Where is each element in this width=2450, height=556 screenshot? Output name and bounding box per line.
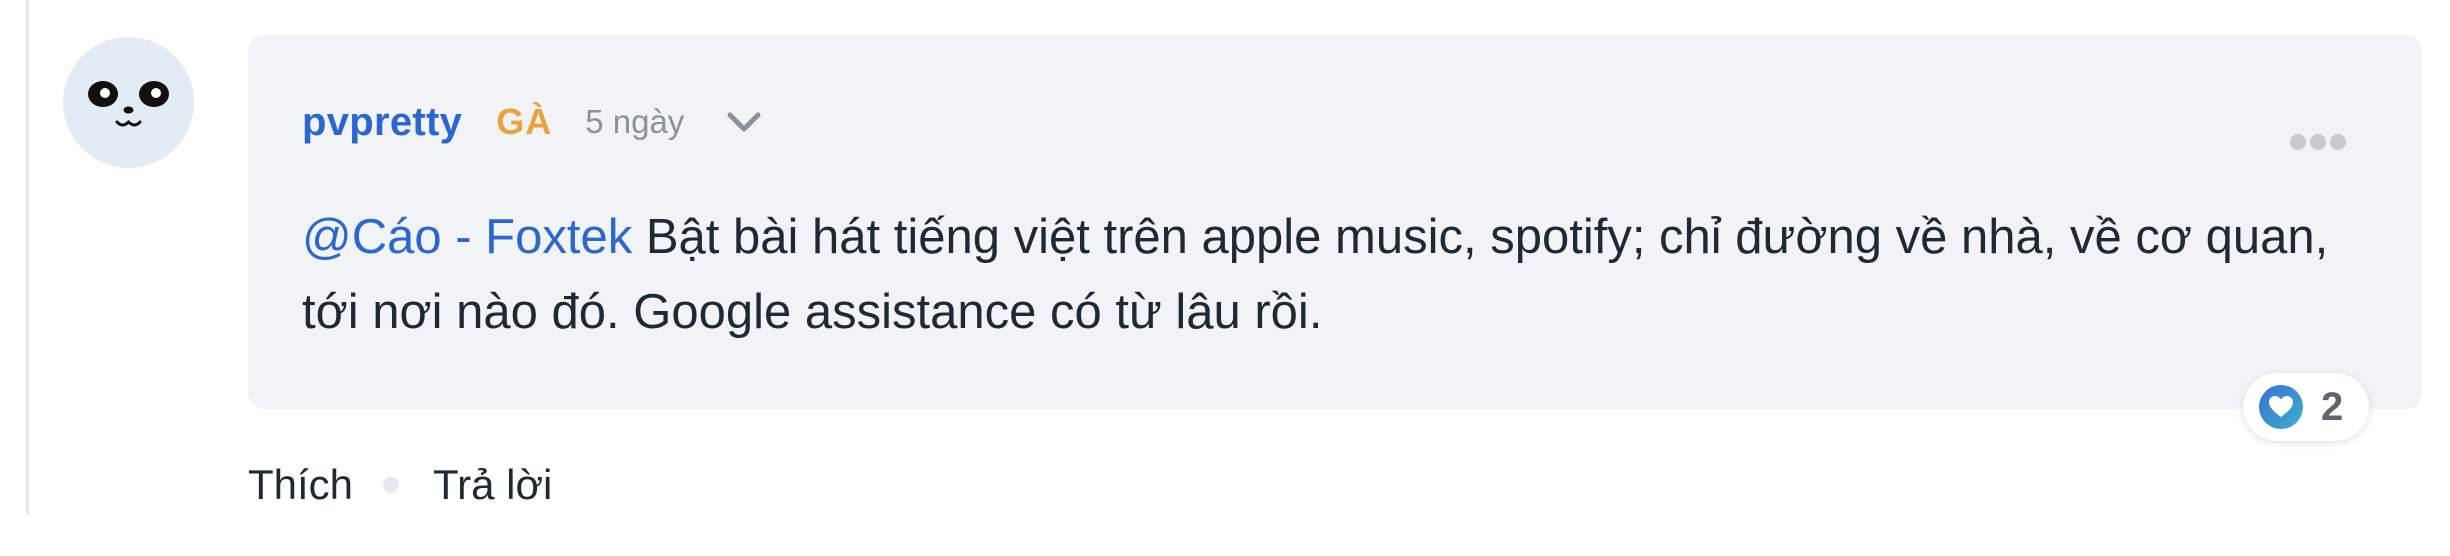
comment-body: @Cáo - Foxtek Bật bài hát tiếng việt trê…	[302, 200, 2382, 350]
heart-icon	[2259, 385, 2303, 429]
timestamp[interactable]: 5 ngày	[585, 103, 684, 141]
more-options-icon[interactable]	[2290, 130, 2350, 154]
reaction-count: 2	[2321, 384, 2344, 429]
reaction-summary-button[interactable]: 2	[2243, 373, 2369, 441]
reply-button[interactable]: Trả lời	[433, 461, 552, 509]
like-button[interactable]: Thích	[248, 461, 353, 509]
user-rank-badge: GÀ	[496, 101, 553, 142]
panda-avatar-icon	[88, 81, 169, 127]
avatar[interactable]	[63, 37, 194, 168]
chevron-down-icon[interactable]	[724, 102, 764, 142]
separator-dot	[383, 477, 400, 493]
comment-actions: Thích Trả lời	[248, 455, 552, 515]
thread-line	[26, 0, 29, 515]
comment-header: pvpretty GÀ 5 ngày	[302, 92, 764, 152]
user-mention-link[interactable]: @Cáo - Foxtek	[302, 210, 632, 264]
username-link[interactable]: pvpretty	[302, 100, 462, 145]
